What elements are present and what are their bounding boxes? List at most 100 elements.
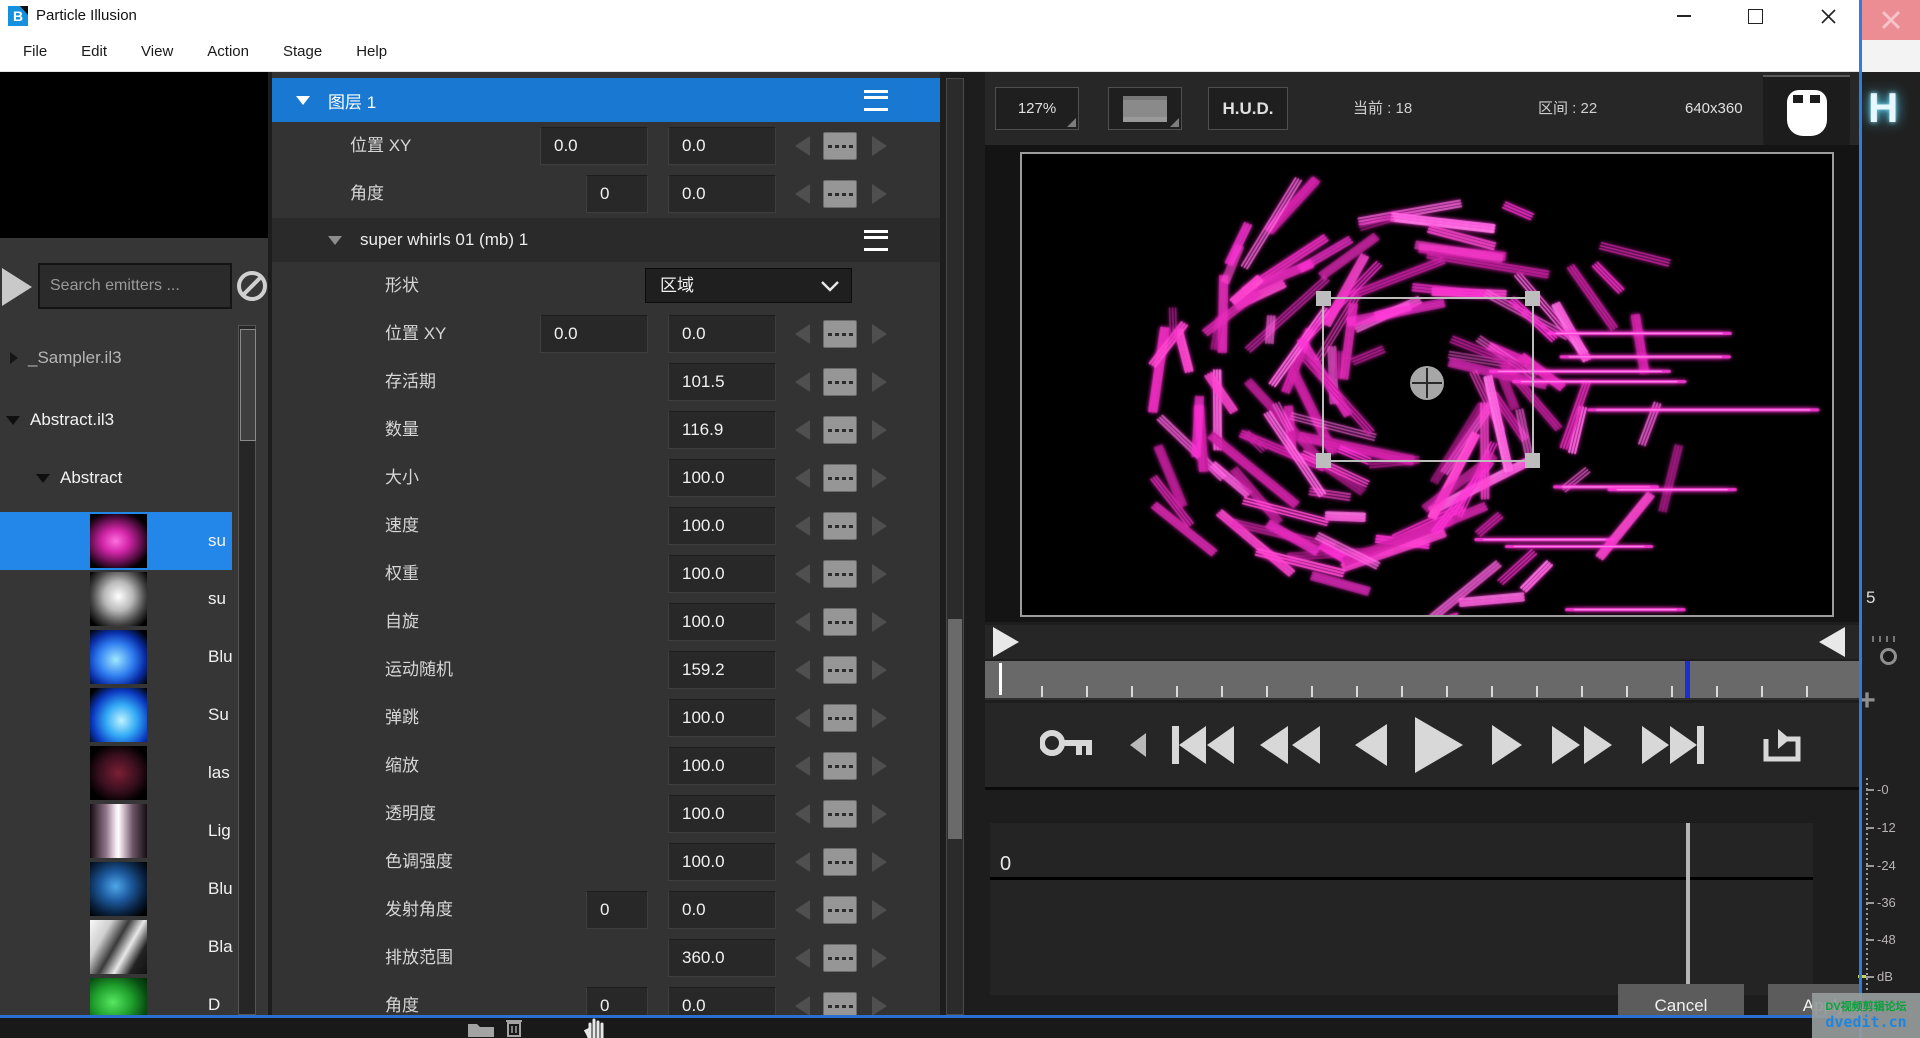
- keyframe-graph-button[interactable]: [823, 416, 857, 444]
- graph-playhead[interactable]: [1686, 823, 1690, 995]
- param-value[interactable]: 0.0: [668, 175, 776, 213]
- mouse-mode-panel[interactable]: [1763, 75, 1850, 147]
- range-end-handle[interactable]: [1819, 627, 1845, 657]
- prev-keyframe-icon[interactable]: [795, 852, 810, 872]
- folder-icon[interactable]: [468, 1021, 494, 1037]
- properties-scrollbar-thumb[interactable]: [948, 619, 962, 839]
- param-value[interactable]: 360.0: [668, 939, 776, 977]
- prev-keyframe-button[interactable]: [1130, 703, 1146, 787]
- library-item[interactable]: Blu: [0, 860, 268, 918]
- next-keyframe-icon[interactable]: [872, 996, 887, 1016]
- close-button[interactable]: [1805, 0, 1851, 32]
- next-keyframe-icon[interactable]: [872, 372, 887, 392]
- keyframe-graph-button[interactable]: [823, 180, 857, 208]
- emitter-header[interactable]: super whirls 01 (mb) 1: [272, 218, 940, 262]
- prev-keyframe-icon[interactable]: [795, 756, 810, 776]
- collapsed-triangle-icon[interactable]: [10, 352, 18, 364]
- keyframe-button[interactable]: [1040, 703, 1096, 787]
- prev-keyframe-icon[interactable]: [795, 516, 810, 536]
- param-value[interactable]: 0.0: [668, 891, 776, 929]
- param-value[interactable]: 0.0: [668, 987, 776, 1018]
- selection-handle[interactable]: [1525, 453, 1540, 468]
- prev-keyframe-icon[interactable]: [795, 900, 810, 920]
- param-value[interactable]: 0.0: [668, 315, 776, 353]
- stage-viewport[interactable]: [1020, 152, 1834, 617]
- param-value[interactable]: 100.0: [668, 747, 776, 785]
- library-item[interactable]: Su: [0, 686, 268, 744]
- sidebar-scrollbar[interactable]: [238, 325, 256, 1015]
- fast-forward-button[interactable]: [1552, 703, 1612, 787]
- param-value[interactable]: 100.0: [668, 699, 776, 737]
- keyframe-graph-button[interactable]: [823, 132, 857, 160]
- param-value-x[interactable]: 0: [586, 175, 648, 213]
- keyframe-graph-button[interactable]: [823, 752, 857, 780]
- layer-header[interactable]: 图层 1: [272, 78, 940, 122]
- hand-pan-icon[interactable]: [582, 1014, 610, 1038]
- next-keyframe-icon[interactable]: [872, 660, 887, 680]
- trash-icon[interactable]: [506, 1019, 522, 1037]
- keyframe-graph-button[interactable]: [823, 560, 857, 588]
- keyframe-graph-button[interactable]: [823, 368, 857, 396]
- prev-keyframe-icon[interactable]: [795, 804, 810, 824]
- keyframe-graph-button[interactable]: [823, 848, 857, 876]
- step-forward-button[interactable]: [1492, 703, 1522, 787]
- param-value[interactable]: 116.9: [668, 411, 776, 449]
- param-value-x[interactable]: 0.0: [540, 127, 648, 165]
- step-back-button[interactable]: [1355, 703, 1387, 787]
- prev-keyframe-icon[interactable]: [795, 996, 810, 1016]
- background-close-button[interactable]: [1862, 0, 1920, 40]
- menu-item-view[interactable]: View: [124, 43, 190, 60]
- menu-item-help[interactable]: Help: [339, 43, 404, 60]
- expanded-triangle-icon[interactable]: [328, 236, 342, 245]
- param-value[interactable]: 0.0: [668, 127, 776, 165]
- prev-keyframe-icon[interactable]: [795, 612, 810, 632]
- prev-keyframe-icon[interactable]: [795, 660, 810, 680]
- layer-menu-icon[interactable]: [864, 90, 888, 111]
- library-item[interactable]: Blu: [0, 628, 268, 686]
- parameter-graph-panel[interactable]: 0: [990, 823, 1813, 995]
- param-value[interactable]: 100.0: [668, 795, 776, 833]
- next-keyframe-icon[interactable]: [872, 420, 887, 440]
- menu-item-action[interactable]: Action: [190, 43, 266, 60]
- jump-to-end-button[interactable]: [1642, 703, 1704, 787]
- background-color-button[interactable]: [1108, 87, 1182, 130]
- next-keyframe-icon[interactable]: [872, 184, 887, 204]
- next-keyframe-icon[interactable]: [872, 468, 887, 488]
- search-input[interactable]: [38, 263, 232, 309]
- prev-keyframe-icon[interactable]: [795, 324, 810, 344]
- emitter-position-crosshair[interactable]: [1408, 364, 1446, 402]
- prev-keyframe-icon[interactable]: [795, 948, 810, 968]
- prev-keyframe-icon[interactable]: [795, 372, 810, 392]
- prev-keyframe-icon[interactable]: [795, 564, 810, 584]
- menu-item-edit[interactable]: Edit: [64, 43, 124, 60]
- timeline-ruler[interactable]: [985, 661, 1859, 700]
- prev-keyframe-icon[interactable]: [795, 420, 810, 440]
- menu-item-file[interactable]: File: [6, 43, 64, 60]
- library-item[interactable]: su: [0, 570, 268, 628]
- prev-keyframe-icon[interactable]: [795, 468, 810, 488]
- library-item[interactable]: Lig: [0, 802, 268, 860]
- clear-search-icon[interactable]: [236, 270, 268, 302]
- range-start-handle[interactable]: [993, 627, 1019, 657]
- param-value-x[interactable]: 0: [586, 891, 648, 929]
- next-keyframe-icon[interactable]: [872, 136, 887, 156]
- loop-button[interactable]: [1760, 703, 1804, 787]
- keyframe-graph-button[interactable]: [823, 320, 857, 348]
- keyframe-graph-button[interactable]: [823, 800, 857, 828]
- expanded-triangle-icon[interactable]: [36, 474, 50, 483]
- keyframe-graph-button[interactable]: [823, 608, 857, 636]
- keyframe-graph-button[interactable]: [823, 464, 857, 492]
- keyframe-graph-button[interactable]: [823, 944, 857, 972]
- param-value[interactable]: 100.0: [668, 603, 776, 641]
- next-keyframe-icon[interactable]: [872, 756, 887, 776]
- properties-scrollbar[interactable]: [946, 78, 964, 1015]
- hud-toggle-button[interactable]: H.U.D.: [1208, 87, 1288, 130]
- library-item[interactable]: Bla: [0, 918, 268, 976]
- keyframe-graph-button[interactable]: [823, 896, 857, 924]
- param-value[interactable]: 100.0: [668, 459, 776, 497]
- shape-dropdown[interactable]: 区域: [645, 268, 852, 303]
- next-keyframe-icon[interactable]: [872, 852, 887, 872]
- next-keyframe-icon[interactable]: [872, 900, 887, 920]
- keyframe-graph-button[interactable]: [823, 656, 857, 684]
- prev-keyframe-icon[interactable]: [795, 184, 810, 204]
